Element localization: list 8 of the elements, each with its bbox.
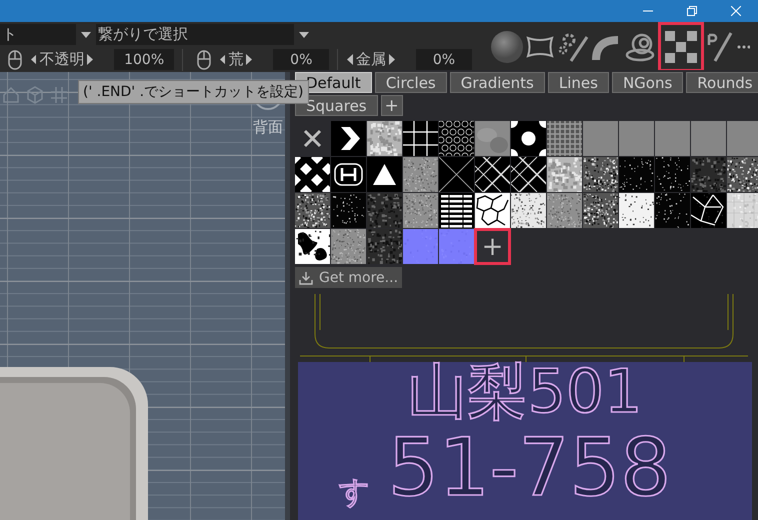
parameter-label: 金属 <box>356 50 386 69</box>
shortcut-tooltip: (' .END' .でショートカットを設定) <box>78 80 309 104</box>
plate-kana-text: す <box>338 478 370 508</box>
view-label: 背面 <box>253 118 283 137</box>
parameter-label: 不透明 <box>39 50 84 69</box>
plate-region-text: 山梨501 <box>408 362 642 422</box>
plate-number-text: 51-758 <box>388 428 672 508</box>
parameter-label: 荒 <box>228 50 244 69</box>
